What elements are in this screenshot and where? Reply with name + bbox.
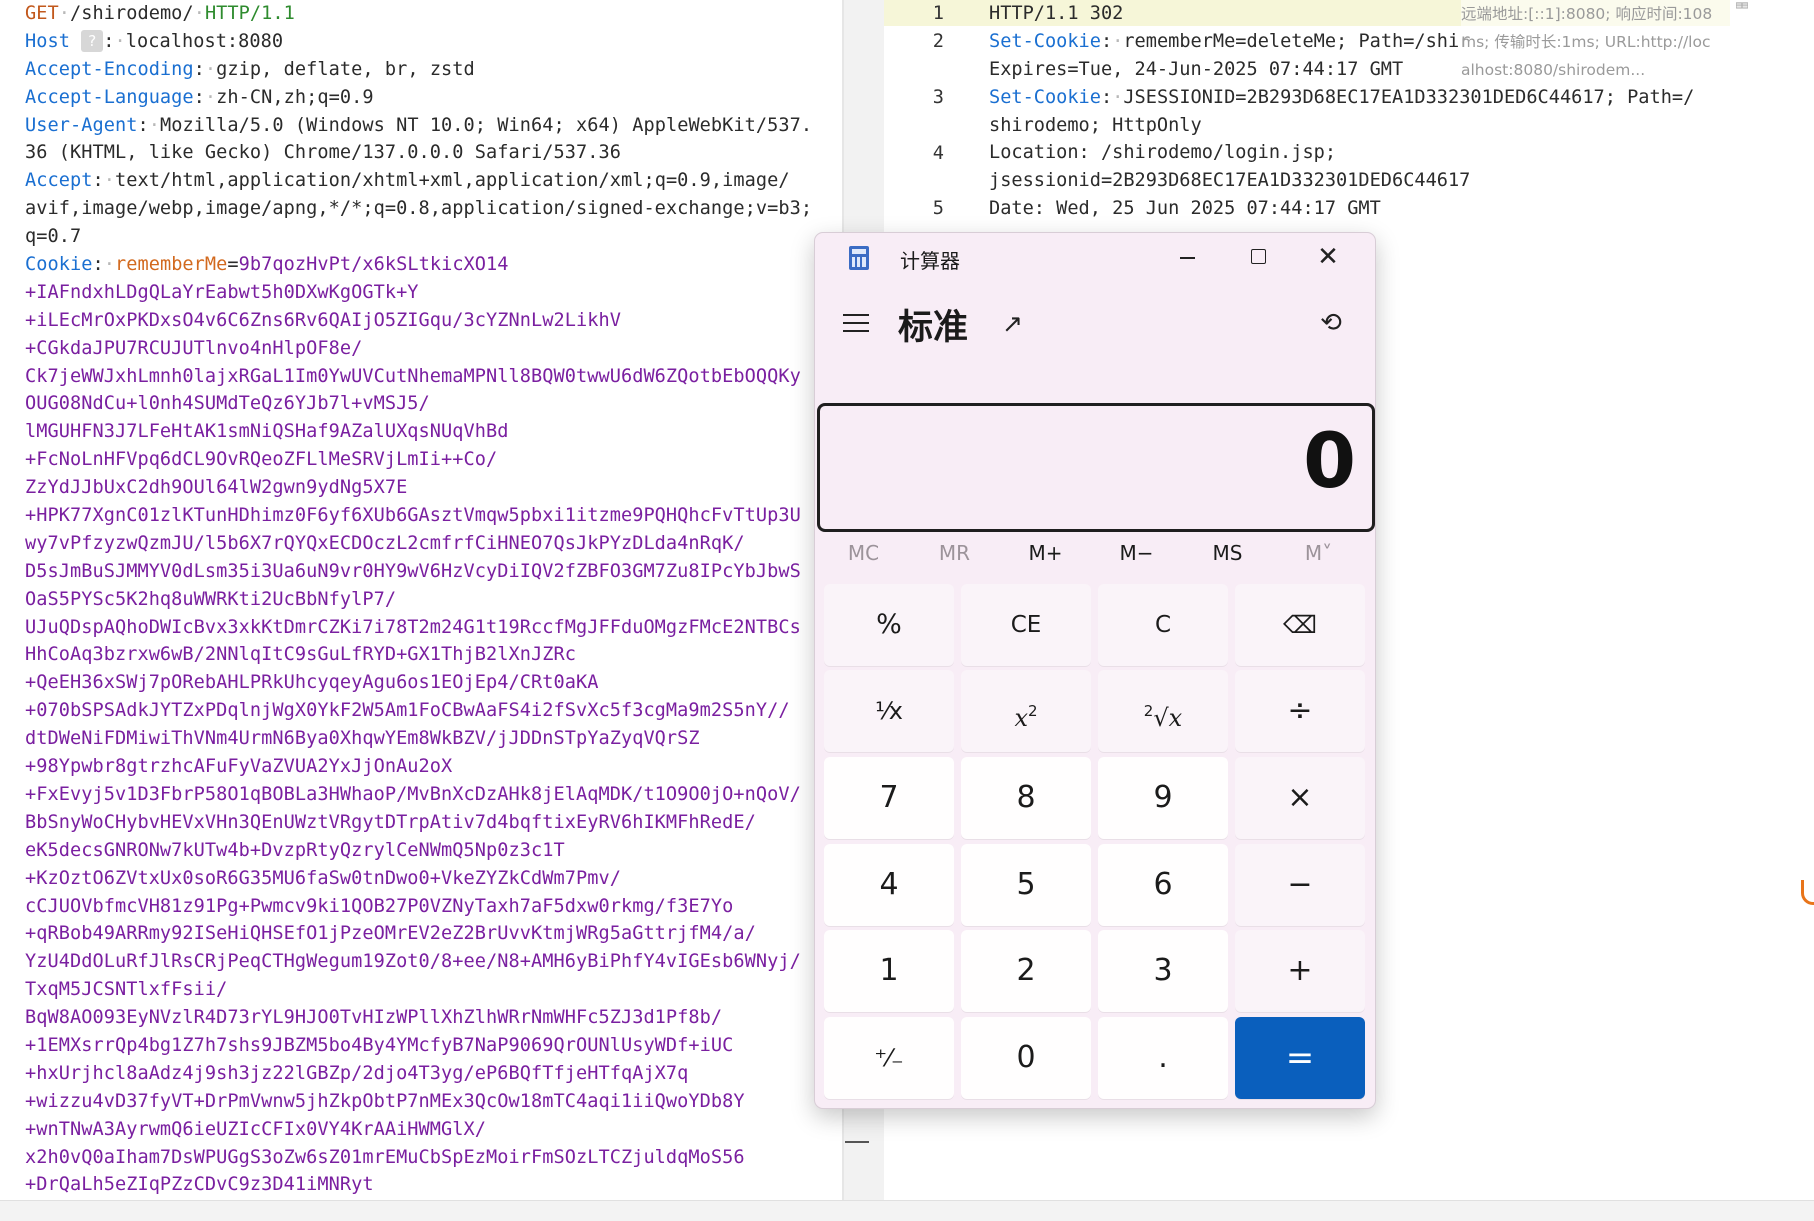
negate-button[interactable]: ⁺⁄₋: [824, 1017, 954, 1099]
cookie-value-line: dtDWeNiFDMiwiThVNm4UrmN6Bya0XhqwYEm8WkBZ…: [25, 728, 700, 750]
reciprocal-button[interactable]: ⅟x: [824, 670, 954, 752]
minimap-icon: ▤▤: [1736, 0, 1749, 11]
digit-7-button[interactable]: 7: [824, 757, 954, 839]
square-button[interactable]: x2: [961, 670, 1091, 752]
digit-0-button[interactable]: 0: [961, 1017, 1091, 1099]
line-number: 1: [932, 3, 944, 24]
cookie-value-line: UJuQDspAQhoDWIcBvx3xkKtDmrCZKi7i78T2m24G…: [25, 616, 801, 638]
help-icon[interactable]: ?: [81, 30, 104, 53]
cookie-value-line: +DrQaLh5eZIqPZzCDvC9z3D41iMNRyt: [25, 1174, 374, 1196]
cookie-value-line: +QeEH36xSWj7pORebAHLPRkUhcyqeyAgu6os1EOj…: [25, 672, 599, 694]
header-set-cookie: Set-Cookie:·JSESSIONID=2B293D68EC17EA1D3…: [989, 86, 1695, 108]
digit-3-button[interactable]: 3: [1098, 930, 1228, 1012]
clear-entry-button[interactable]: CE: [961, 584, 1091, 666]
header-set-cookie-cont: shirodemo; HttpOnly: [989, 114, 1202, 136]
status-bar: [0, 1200, 1814, 1221]
header-user-agent-cont: 36 (KHTML, like Gecko) Chrome/137.0.0.0 …: [25, 142, 621, 164]
cookie-value-line: BqW8AO093EyNVzlR4D73rYL9HJO0TvHIzWPllXhZ…: [25, 1007, 723, 1029]
header-accept-encoding: Accept-Encoding:·gzip, deflate, br, zstd: [25, 58, 475, 80]
header-cookie: Cookie:·rememberMe=9b7qozHvPt/x6kSLtkicX…: [25, 254, 509, 276]
cookie-value-line: TxqM5JCSNTlxfFsii/: [25, 979, 228, 1001]
collapse-dash-icon[interactable]: [845, 1141, 869, 1143]
request-text[interactable]: GET·/shirodemo/·HTTP/1.1 Host ?:·localho…: [25, 0, 840, 1199]
header-host: Host ?:·localhost:8080: [25, 30, 284, 53]
cookie-value-line: +070bSPSAdkJYTZxPDqlnjWgX0YkF2W5Am1FoCBw…: [25, 700, 790, 722]
percent-button[interactable]: %: [824, 584, 954, 666]
header-accept: Accept:·text/html,application/xhtml+xml,…: [25, 170, 790, 192]
cookie-value-line: +qRBob49ARRmy92ISeHiQHSEfO1jPzeOMrEV2eZ2…: [25, 923, 756, 945]
digit-2-button[interactable]: 2: [961, 930, 1091, 1012]
cookie-value-line: ZzYdJJbUxC2dh9OUl64lW2gwn9ydNg5X7E: [25, 477, 408, 499]
cookie-value-line: YzU4DdOLuRfJlRsCRjPeqCTHgWegum19Zot0/8+e…: [25, 951, 801, 973]
digit-6-button[interactable]: 6: [1098, 844, 1228, 926]
header-accept-cont: avif,image/webp,image/apng,*/*;q=0.8,app…: [25, 198, 813, 220]
digit-9-button[interactable]: 9: [1098, 757, 1228, 839]
cookie-value-line: OaS5PYSc5K2hq8uWWRKti2UcBbNfylP7/: [25, 588, 397, 610]
digit-5-button[interactable]: 5: [961, 844, 1091, 926]
cookie-value-line: +1EMXsrrQp4bg1Z7h7shs9JBZM5bo4By4YMcfyB7…: [25, 1034, 734, 1056]
cookie-value-lines: +IAFndxhLDgQLaYrEabwt5h0DXwKgOGTk+Y +iLEc…: [25, 279, 840, 1199]
multiply-button[interactable]: ×: [1235, 757, 1365, 839]
header-location-cont: jsessionid=2B293D68EC17EA1D332301DED6C44…: [989, 170, 1471, 192]
plus-button[interactable]: +: [1235, 930, 1365, 1012]
cookie-value-line: +IAFndxhLDgQLaYrEabwt5h0DXwKgOGTk+Y: [25, 281, 419, 303]
cookie-value-line: +iLEcMrOxPKDxsO4v6C6Zns6Rv6QAIjO5ZIGqu/3…: [25, 309, 621, 331]
header-user-agent: User-Agent:·Mozilla/5.0 (Windows NT 10.0…: [25, 114, 813, 136]
cookie-value-line: lMGUHFN3J7LFeHtAK1smNiQSHaf9AZalUXqsNUqV…: [25, 421, 509, 443]
header-accept-cont: q=0.7: [25, 226, 82, 248]
tooltip-line: ms; 传输时长:1ms; URL:http://loc: [1461, 33, 1711, 51]
line-number: 2: [932, 30, 944, 52]
tooltip-line: alhost:8080/shirodem...: [1461, 61, 1646, 79]
cookie-value-line: cCJUOVbfmcVH81z91Pg+Pwmcv9ki1QOB27P0VZNy…: [25, 895, 734, 917]
minus-button[interactable]: −: [1235, 844, 1365, 926]
cookie-value-line: Ck7jeWWJxhLmnh0lajxRGaL1Im0YwUVCutNhemaM…: [25, 365, 801, 387]
cookie-value-line: +HPK77XgnC01zlKTunHDhimz0F6yf6XUb6GAsztV…: [25, 505, 801, 527]
decimal-button[interactable]: .: [1098, 1017, 1228, 1099]
equals-button[interactable]: =: [1235, 1017, 1365, 1099]
request-pane[interactable]: GET·/shirodemo/·HTTP/1.1 Host ?:·localho…: [0, 0, 842, 1200]
backspace-button[interactable]: ⌫: [1235, 584, 1365, 666]
calculator-window[interactable]: 计算器 ✕ 标准 ↗ ⟲ 0 MC MR M+ M− MS M˅ % CE C …: [814, 232, 1376, 1109]
cookie-value-line: +CGkdaJPU7RCUJUTlnvo4nHlpOF8e/: [25, 337, 363, 359]
divide-button[interactable]: ÷: [1235, 670, 1365, 752]
digit-4-button[interactable]: 4: [824, 844, 954, 926]
line-number: 4: [932, 142, 944, 164]
cookie-value-line: +hxUrjhcl8aAdz4j9sh3jz22lGBZp/2djo4T3yg/…: [25, 1062, 689, 1084]
keypad: % CE C ⌫ ⅟x x2 2√x ÷ 7 8 9 × 4 5 6 − 1 2…: [815, 233, 1375, 1108]
cookie-value-line: OUG08NdCu+l0nh4SUMdTeQz6YJb7l+vMSJ5/: [25, 393, 430, 415]
line-number: 3: [932, 86, 944, 108]
header-accept-language: Accept-Language:·zh-CN,zh;q=0.9: [25, 86, 374, 108]
line-number: 5: [932, 198, 944, 220]
cookie-value-line: +FcNoLnHFVpq6dCL9OvRQeoZFLlMeSRVjLmIi++C…: [25, 449, 498, 471]
cookie-value-line: +wnTNwA3AyrwmQ6ieUZIcCFIx0VY4KrAAiHWMGlX…: [25, 1118, 487, 1140]
header-location: Location: /shirodemo/login.jsp;: [989, 142, 1337, 164]
response-info-tooltip: 远端地址:[::1]:8080; 响应时间:108 ms; 传输时长:1ms; …: [1461, 0, 1731, 80]
cookie-value-line: wy7vPfzyzwQzmJU/l5b6X7rQYQxECDOczL2cmfrf…: [25, 532, 745, 554]
cookie-value-line: D5sJmBuSJMMYV0dLsm35i3Ua6uN9vr0HY9wV6HzV…: [25, 560, 801, 582]
cookie-value-line: +FxEvyj5v1D3FbrP58O1qBOBLa3HWhaoP/MvBnXc…: [25, 783, 801, 805]
cookie-value-line: +KzOztO6ZVtxUx0soR6G35MU6faSw0tnDwo0+Vke…: [25, 867, 621, 889]
cookie-value-line: HhCoAq3bzrxw6wB/2NNlqItC9sGuLfRYD+GX1Thj…: [25, 644, 576, 666]
digit-8-button[interactable]: 8: [961, 757, 1091, 839]
square-root-button[interactable]: 2√x: [1098, 670, 1228, 752]
tooltip-line: 远端地址:[::1]:8080; 响应时间:108: [1461, 5, 1713, 23]
request-line: GET·/shirodemo/·HTTP/1.1: [25, 3, 295, 24]
header-date: Date: Wed, 25 Jun 2025 07:44:17 GMT: [989, 198, 1381, 220]
cookie-value-line: +98Ypwbr8gtrzhcAFuFyVaZVUA2YxJjOnAu2oX: [25, 756, 453, 778]
cookie-value-line: BbSnyWoCHybvHEVxVHn3QEnUWztVRgytDTrpAtiv…: [25, 811, 756, 833]
cookie-value-line: +wizzu4vD37fyVT+DrPmVwnw5jhZkpObtP7nMEx3…: [25, 1090, 745, 1112]
clear-button[interactable]: C: [1098, 584, 1228, 666]
cookie-value-line: eK5decsGNRONw7kUTw4b+DvzpRtyQzrylCeNWmQ5…: [25, 839, 565, 861]
cookie-value-line: x2h0vQ0aIham7DsWPUGgS3oZw6sZ01mrEMuCbSpE…: [25, 1146, 745, 1168]
digit-1-button[interactable]: 1: [824, 930, 954, 1012]
